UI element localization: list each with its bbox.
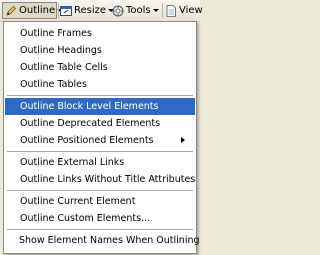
menu-item-outline-links-without-title[interactable]: Outline Links Without Title Attributes <box>5 171 195 188</box>
menu-separator <box>7 190 193 191</box>
menu-item-label: Outline External Links <box>20 157 125 168</box>
gear-icon <box>112 5 124 17</box>
toolbar: Outline Resize Tools View <box>0 0 203 22</box>
menu-item-outline-positioned-elements[interactable]: Outline Positioned Elements <box>5 132 195 149</box>
menu-item-outline-frames[interactable]: Outline Frames <box>5 25 195 42</box>
outline-menu-button[interactable]: Outline <box>2 2 64 19</box>
toolbar-separator <box>58 3 59 18</box>
chevron-down-icon <box>152 9 159 12</box>
outline-menu-label: Outline <box>19 5 56 16</box>
tools-menu-button[interactable]: Tools <box>112 2 159 19</box>
resize-menu-label: Resize <box>74 5 107 16</box>
menu-separator <box>7 151 193 152</box>
menu-item-label: Outline Custom Elements... <box>20 213 151 224</box>
view-menu-button[interactable]: View <box>165 2 203 19</box>
menu-item-label: Outline Frames <box>20 28 92 39</box>
menu-item-label: Outline Positioned Elements <box>20 135 154 146</box>
menu-item-label: Outline Deprecated Elements <box>20 118 161 129</box>
menu-item-label: Show Element Names When Outlining <box>19 235 200 246</box>
menu-item-label: Outline Links Without Title Attributes <box>20 174 196 185</box>
menu-item-label: Outline Headings <box>20 45 102 56</box>
toolbar-separator <box>162 3 163 18</box>
page-icon <box>165 4 177 17</box>
menu-item-outline-tables[interactable]: Outline Tables <box>5 76 195 93</box>
menu-item-outline-block-level-elements[interactable]: Outline Block Level Elements <box>5 98 195 115</box>
menu-item-label: Outline Table Cells <box>20 62 108 73</box>
menu-item-outline-custom-elements[interactable]: Outline Custom Elements... <box>5 210 195 227</box>
view-menu-label: View <box>179 5 203 16</box>
pencil-icon <box>5 5 17 17</box>
tools-menu-label: Tools <box>126 5 151 16</box>
resize-menu-button[interactable]: Resize <box>60 2 115 19</box>
resize-window-icon <box>60 5 72 17</box>
menu-item-outline-headings[interactable]: Outline Headings <box>5 42 195 59</box>
menu-item-outline-current-element[interactable]: Outline Current Element <box>5 193 195 210</box>
menu-separator <box>7 95 193 96</box>
menu-item-outline-table-cells[interactable]: Outline Table Cells <box>5 59 195 76</box>
menu-item-show-element-names[interactable]: Show Element Names When Outlining <box>5 232 200 249</box>
menu-item-label: Outline Block Level Elements <box>20 101 159 112</box>
outline-dropdown-menu: Outline Frames Outline Headings Outline … <box>3 21 200 254</box>
submenu-arrow-icon <box>181 137 185 143</box>
menu-separator <box>7 229 193 230</box>
menu-item-outline-deprecated-elements[interactable]: Outline Deprecated Elements <box>5 115 195 132</box>
menu-item-outline-external-links[interactable]: Outline External Links <box>5 154 195 171</box>
menu-item-label: Outline Tables <box>20 79 87 90</box>
menu-item-label: Outline Current Element <box>20 196 136 207</box>
